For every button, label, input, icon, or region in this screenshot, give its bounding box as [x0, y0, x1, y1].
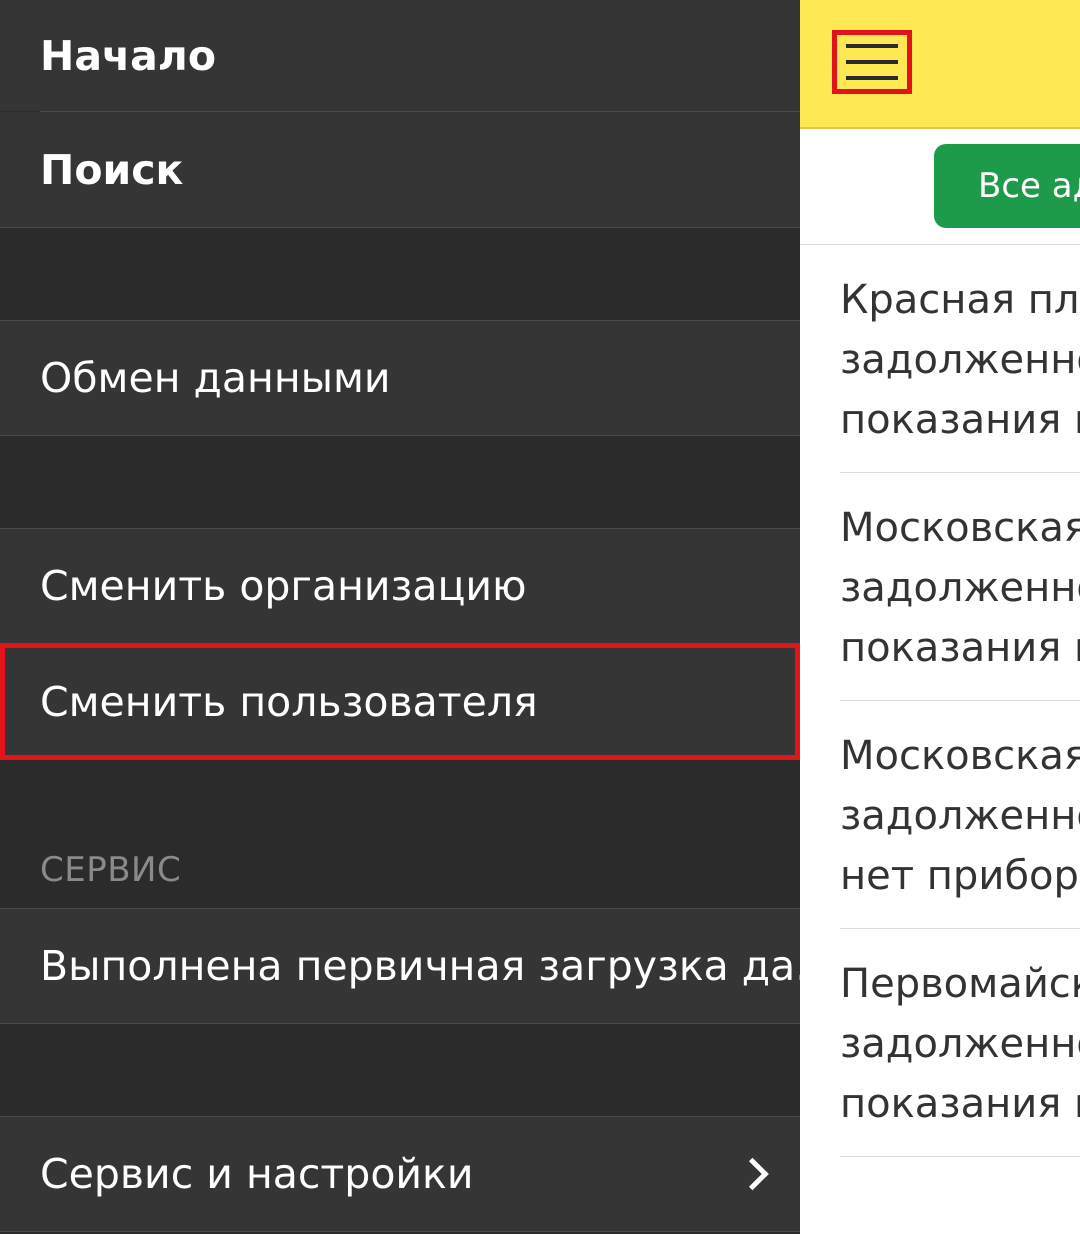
drawer-item-data-exchange[interactable]: Обмен данными: [0, 321, 800, 435]
list-item-line: нет приборо: [840, 853, 1080, 899]
divider: [0, 1231, 800, 1232]
top-bar: [800, 0, 1080, 129]
list-item-title: Московская: [840, 505, 1080, 551]
drawer-item-initial-load[interactable]: Выполнена первичная загрузка да...: [0, 909, 800, 1023]
list-item[interactable]: Московская задолженно показания п: [840, 498, 1080, 678]
hamburger-menu-icon[interactable]: [832, 30, 912, 94]
list-item-line: задолженно: [840, 793, 1080, 839]
divider: [840, 472, 1080, 473]
main-content: Все ад Красная пло задолженно показания …: [800, 0, 1080, 1234]
drawer-item-label: Сервис и настройки: [40, 1150, 474, 1198]
group-gap: [0, 1024, 800, 1116]
filter-bar: Все ад: [800, 129, 1080, 245]
list-item-line: задолженно: [840, 1021, 1080, 1067]
list-item-line: показания п: [840, 397, 1080, 443]
drawer-item-search[interactable]: Поиск: [0, 112, 800, 227]
section-header-service: СЕРВИС: [40, 850, 182, 890]
drawer-item-label: Сменить пользователя: [40, 677, 538, 726]
divider: [840, 700, 1080, 701]
list-item[interactable]: Московская задолженно нет приборо: [840, 726, 1080, 906]
list-item-line: задолженно: [840, 565, 1080, 611]
group-gap: [0, 228, 800, 320]
drawer-item-label: Сменить организацию: [40, 562, 527, 610]
drawer-item-label: Поиск: [40, 145, 184, 194]
divider: [840, 928, 1080, 929]
drawer-item-home[interactable]: Начало: [0, 0, 800, 111]
list-item[interactable]: Первомайск задолженно показания п: [840, 954, 1080, 1134]
navigation-drawer: Начало Поиск Обмен данными Сменить орган…: [0, 0, 800, 1234]
app-screen: Начало Поиск Обмен данными Сменить орган…: [0, 0, 1080, 1234]
list-item-title: Красная пло: [840, 277, 1080, 323]
list-item-line: задолженно: [840, 337, 1080, 383]
drawer-item-label: Обмен данными: [40, 354, 391, 402]
drawer-item-change-organization[interactable]: Сменить организацию: [0, 529, 800, 643]
chevron-right-icon: [736, 1157, 769, 1191]
list-item-title: Московская: [840, 733, 1080, 779]
divider: [840, 1156, 1080, 1157]
drawer-item-label: Выполнена первичная загрузка да...: [40, 942, 800, 990]
drawer-item-label: Начало: [40, 31, 216, 80]
list-item-line: показания п: [840, 625, 1080, 671]
button-label: Все ад: [978, 166, 1080, 206]
all-addresses-button[interactable]: Все ад: [934, 144, 1080, 228]
list-item-title: Первомайск: [840, 961, 1080, 1007]
list-item[interactable]: Красная пло задолженно показания п: [840, 270, 1080, 450]
group-gap: [0, 436, 800, 528]
list-item-line: показания п: [840, 1081, 1080, 1127]
drawer-item-service-settings[interactable]: Сервис и настройки: [0, 1117, 800, 1231]
drawer-item-change-user[interactable]: Сменить пользователя: [0, 643, 800, 760]
